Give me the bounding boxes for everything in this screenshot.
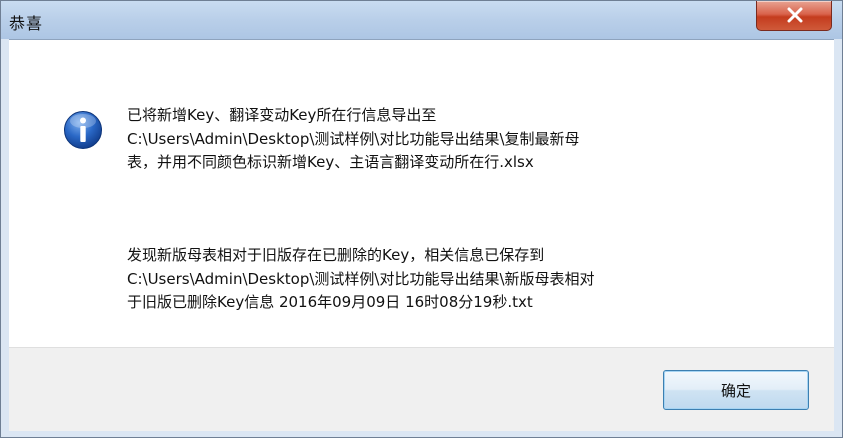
message-paragraph-1: 已将新增Key、翻译变动Key所在行信息导出至 C:\Users\Admin\De…	[127, 104, 580, 175]
message-paragraph-2: 发现新版母表相对于旧版存在已删除的Key，相关信息已保存到 C:\Users\Ad…	[127, 244, 595, 315]
message-line: C:\Users\Admin\Desktop\测试样例\对比功能导出结果\新版母…	[127, 269, 595, 288]
message-line: C:\Users\Admin\Desktop\测试样例\对比功能导出结果\复制最…	[127, 129, 580, 148]
message-line: 表，并用不同颜色标识新增Key、主语言翻译变动所在行.xlsx	[127, 153, 534, 171]
information-icon	[64, 111, 102, 149]
message-dialog: 恭喜 已将新增Key、翻译变动Key所在行信息导出至 C:\Users\Admin…	[0, 0, 843, 438]
message-line: 已将新增Key、翻译变动Key所在行信息导出至	[127, 106, 437, 124]
message-line: 于旧版已删除Key信息 2016年09月09日 16时08分19秒.txt	[127, 293, 533, 311]
window-title: 恭喜	[9, 14, 44, 33]
title-bar[interactable]: 恭喜	[1, 1, 842, 39]
message-line: 发现新版母表相对于旧版存在已删除的Key，相关信息已保存到	[127, 246, 545, 264]
ok-button[interactable]: 确定	[663, 370, 809, 410]
close-button[interactable]	[756, 1, 832, 31]
message-area: 已将新增Key、翻译变动Key所在行信息导出至 C:\Users\Admin\De…	[9, 39, 834, 347]
close-x-icon	[787, 7, 803, 23]
button-bar: 确定	[9, 347, 834, 431]
